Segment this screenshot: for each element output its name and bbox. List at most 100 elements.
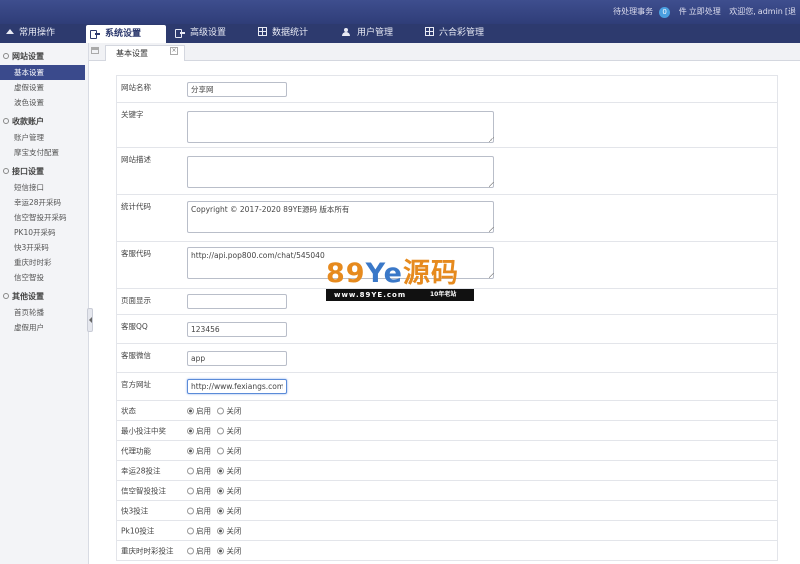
sidebar-group-accounts[interactable]: 收款账户 xyxy=(0,113,88,130)
radio-disable[interactable] xyxy=(217,447,225,454)
collapse-icon xyxy=(3,293,9,299)
sidebar-item-smart-bet[interactable]: 信空智投开采码 xyxy=(0,210,88,225)
user-icon xyxy=(342,28,352,36)
toggle-label: 快3投注 xyxy=(121,506,149,515)
sidebar-item-k3[interactable]: 快3开采码 xyxy=(0,240,88,255)
sidebar-item-fake[interactable]: 虚假设置 xyxy=(0,80,88,95)
pending-count-badge[interactable]: 0 xyxy=(659,7,671,18)
radio-enable[interactable] xyxy=(187,447,194,454)
row-toggle-min-bet: 最小投注中奖 启用 关闭 xyxy=(117,421,777,441)
sidebar-group-other[interactable]: 其他设置 xyxy=(0,288,88,305)
radio-disable[interactable] xyxy=(217,407,225,414)
row-page-show: 页面显示 xyxy=(117,289,777,315)
radio-disable-label: 关闭 xyxy=(226,426,242,435)
radio-disable[interactable] xyxy=(217,547,225,554)
process-now-link[interactable]: 立即处理 xyxy=(689,7,721,16)
toggle-label: 状态 xyxy=(121,406,136,415)
sidebar-group-title: 其他设置 xyxy=(12,292,44,301)
toggle-radios: 启用 关闭 xyxy=(187,405,245,416)
sidebar-item-fake-users[interactable]: 虚假用户 xyxy=(0,320,88,335)
radio-enable[interactable] xyxy=(187,467,194,474)
logout-link[interactable]: [退 xyxy=(785,7,796,16)
row-toggle-k3: 快3投注 启用 关闭 xyxy=(117,501,777,521)
toggle-radios: 启用 关闭 xyxy=(187,505,245,516)
keywords-textarea[interactable] xyxy=(187,111,494,143)
sidebar-group-title: 接口设置 xyxy=(12,167,44,176)
top-bar: 待处理事务 0 件立即处理 欢迎您, admin [退 xyxy=(0,0,800,24)
nav-tab-label: 六合彩管理 xyxy=(439,28,485,38)
radio-disable-label: 关闭 xyxy=(226,526,242,535)
sidebar: 网站设置 基本设置 虚假设置 波色设置 收款账户 账户管理 摩宝支付配置 接口设… xyxy=(0,43,89,564)
radio-enable[interactable] xyxy=(187,407,194,414)
sidebar-item-smart[interactable]: 信空智投 xyxy=(0,270,88,285)
toggle-label: 幸运28投注 xyxy=(121,466,161,475)
sidebar-item-sms[interactable]: 短信接口 xyxy=(0,180,88,195)
page-show-input[interactable] xyxy=(187,294,287,309)
sidebar-item-pk10[interactable]: PK10开采码 xyxy=(0,225,88,240)
radio-enable[interactable] xyxy=(187,527,194,534)
sidebar-collapse-handle[interactable] xyxy=(87,308,93,332)
row-toggle-cqssc: 重庆时时彩投注 启用 关闭 xyxy=(117,541,777,561)
radio-enable[interactable] xyxy=(187,427,194,434)
pending-label: 待处理事务 xyxy=(613,7,654,16)
radio-disable[interactable] xyxy=(217,487,225,494)
nav-tab-stats[interactable]: 数据统计 xyxy=(258,24,308,43)
row-service-code: 客服代码 http://api.pop800.com/chat/545040 xyxy=(117,242,777,289)
service-qq-label: 客服QQ xyxy=(121,322,148,331)
radio-disable-label: 关闭 xyxy=(226,406,242,415)
row-toggle-status: 状态 启用 关闭 xyxy=(117,401,777,421)
site-name-input[interactable] xyxy=(187,82,287,97)
stats-code-textarea[interactable]: Copyright © 2017-2020 89YE源码 版本所有 xyxy=(187,201,494,233)
sidebar-item-account-mgmt[interactable]: 账户管理 xyxy=(0,130,88,145)
radio-enable[interactable] xyxy=(187,487,194,494)
nav-tab-advanced[interactable]: 高级设置 xyxy=(175,24,226,43)
page-show-label: 页面显示 xyxy=(121,296,151,305)
radio-enable[interactable] xyxy=(187,507,194,514)
nav-tab-system[interactable]: 系统设置 xyxy=(86,25,166,43)
key-icon xyxy=(90,30,100,39)
sidebar-item-wave-color[interactable]: 波色设置 xyxy=(0,95,88,110)
grid-icon xyxy=(258,27,267,36)
official-url-input[interactable] xyxy=(187,379,287,394)
radio-disable[interactable] xyxy=(217,467,225,474)
nav-tab-lottery[interactable]: 六合彩管理 xyxy=(425,24,484,43)
radio-disable[interactable] xyxy=(217,527,225,534)
toggle-label: 重庆时时彩投注 xyxy=(121,546,174,555)
nav-tab-label: 用户管理 xyxy=(357,28,394,38)
nav-tab-label: 系统设置 xyxy=(105,29,142,39)
radio-enable-label: 启用 xyxy=(196,506,211,515)
sidebar-item-lucky28[interactable]: 幸运28开采码 xyxy=(0,195,88,210)
radio-enable-label: 启用 xyxy=(196,406,211,415)
keywords-label: 关键字 xyxy=(121,110,144,119)
radio-enable-label: 启用 xyxy=(196,526,211,535)
radio-enable-label: 启用 xyxy=(196,446,211,455)
radio-disable-label: 关闭 xyxy=(226,486,242,495)
row-toggle-pk10: Pk10投注 启用 关闭 xyxy=(117,521,777,541)
sidebar-group-title: 网站设置 xyxy=(12,52,44,61)
sidebar-group-site[interactable]: 网站设置 xyxy=(0,48,88,65)
nav-tab-common[interactable]: 常用操作 xyxy=(6,24,55,43)
nav-tab-users[interactable]: 用户管理 xyxy=(342,24,393,43)
radio-disable[interactable] xyxy=(217,427,225,434)
service-qq-input[interactable] xyxy=(187,322,287,337)
radio-enable-label: 启用 xyxy=(196,426,211,435)
sidebar-group-api[interactable]: 接口设置 xyxy=(0,163,88,180)
sidebar-item-cqssc[interactable]: 重庆时时彩 xyxy=(0,255,88,270)
sidebar-item-pay-config[interactable]: 摩宝支付配置 xyxy=(0,145,88,160)
close-icon[interactable]: × xyxy=(170,47,178,55)
row-service-wechat: 客服微信 xyxy=(117,344,777,373)
service-code-textarea[interactable]: http://api.pop800.com/chat/545040 xyxy=(187,247,494,279)
service-wechat-input[interactable] xyxy=(187,351,287,366)
radio-disable[interactable] xyxy=(217,507,225,514)
official-url-label: 官方网址 xyxy=(121,380,151,389)
description-textarea[interactable] xyxy=(187,156,494,188)
service-code-label: 客服代码 xyxy=(121,249,151,258)
sidebar-item-basic[interactable]: 基本设置 xyxy=(0,65,85,80)
toggle-label: 最小投注中奖 xyxy=(121,426,166,435)
home-tab-icon[interactable] xyxy=(91,47,99,54)
radio-enable[interactable] xyxy=(187,547,194,554)
sidebar-item-carousel[interactable]: 首页轮播 xyxy=(0,305,88,320)
row-stats-code: 统计代码 Copyright © 2017-2020 89YE源码 版本所有 xyxy=(117,195,777,242)
main-nav: 常用操作 系统设置 高级设置 数据统计 用户管理 六合彩管理 xyxy=(0,24,800,43)
username[interactable]: admin xyxy=(758,7,783,16)
